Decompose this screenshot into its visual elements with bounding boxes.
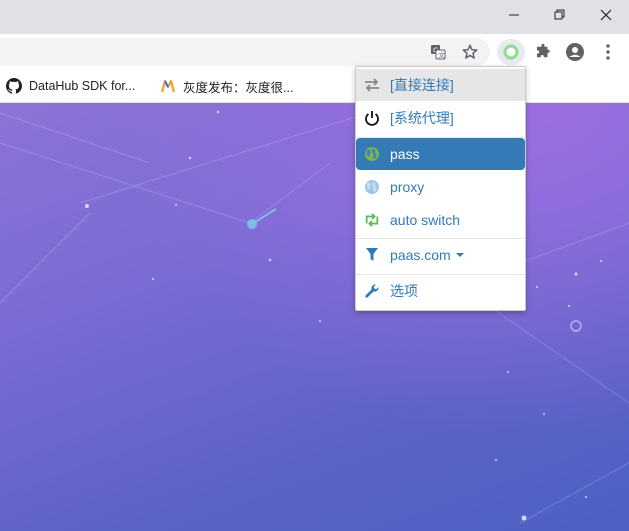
more-vert-icon	[606, 44, 610, 60]
power-icon	[364, 110, 380, 126]
menu-item-label: [直接连接]	[390, 77, 454, 93]
translate-button[interactable]: G文	[425, 40, 451, 64]
arrows-exchange-icon	[364, 77, 380, 93]
restore-icon	[554, 9, 565, 20]
wrench-icon	[364, 283, 380, 299]
maximize-button[interactable]	[537, 0, 583, 30]
bookmark-gray-release[interactable]: 灰度发布：灰度很...	[160, 76, 293, 96]
proxy-switch-popup: [直接连接] [系统代理] pass proxy auto switch paa…	[355, 66, 526, 311]
caret-down-icon	[455, 253, 464, 257]
menu-item-label: auto switch	[390, 212, 461, 228]
globe-icon	[364, 179, 380, 195]
menu-item-options[interactable]: 选项	[356, 275, 525, 307]
star-icon	[462, 44, 478, 59]
svg-text:文: 文	[438, 51, 445, 60]
translate-icon: G文	[431, 45, 446, 60]
more-menu-button[interactable]	[595, 40, 621, 64]
proxy-extension-button[interactable]	[497, 39, 525, 65]
menu-item-label: paas.com	[390, 247, 451, 263]
bookmark-logo-icon	[160, 78, 176, 94]
close-icon	[600, 9, 612, 21]
menu-item-direct[interactable]: [直接连接]	[356, 69, 525, 101]
minimize-icon	[509, 14, 519, 16]
minimize-button[interactable]	[491, 0, 537, 30]
menu-item-proxy[interactable]: proxy	[356, 171, 525, 203]
title-bar	[0, 0, 629, 34]
menu-item-label: [系统代理]	[390, 110, 454, 126]
address-bar[interactable]	[0, 38, 490, 66]
extensions-button[interactable]	[530, 40, 556, 64]
menu-item-label: pass	[390, 146, 420, 162]
github-icon	[6, 78, 22, 94]
menu-item-label: 选项	[390, 283, 418, 299]
menu-item-system[interactable]: [系统代理]	[356, 102, 525, 134]
bookmark-datahub[interactable]: DataHub SDK for...	[6, 76, 135, 96]
bookmarks-bar: DataHub SDK for... 灰度发布：灰度很...	[0, 70, 629, 103]
bookmark-label: DataHub SDK for...	[29, 79, 136, 93]
menu-item-pass[interactable]: pass	[356, 138, 525, 170]
network-background-graphic	[0, 103, 629, 524]
globe-icon	[364, 146, 380, 162]
close-button[interactable]	[583, 0, 629, 30]
proxy-extension-icon	[503, 44, 519, 60]
bookmark-label: 灰度发布：灰度很...	[183, 80, 294, 95]
menu-item-label: proxy	[390, 179, 425, 195]
profile-button[interactable]	[562, 40, 588, 64]
page-background	[0, 103, 629, 531]
puzzle-icon	[537, 43, 550, 58]
retweet-icon	[364, 212, 380, 228]
filter-icon	[364, 247, 380, 263]
account-icon	[566, 43, 584, 61]
menu-item-current-domain[interactable]: paas.com	[356, 239, 525, 271]
menu-item-auto-switch[interactable]: auto switch	[356, 204, 525, 236]
bookmark-star-button[interactable]	[457, 40, 483, 64]
